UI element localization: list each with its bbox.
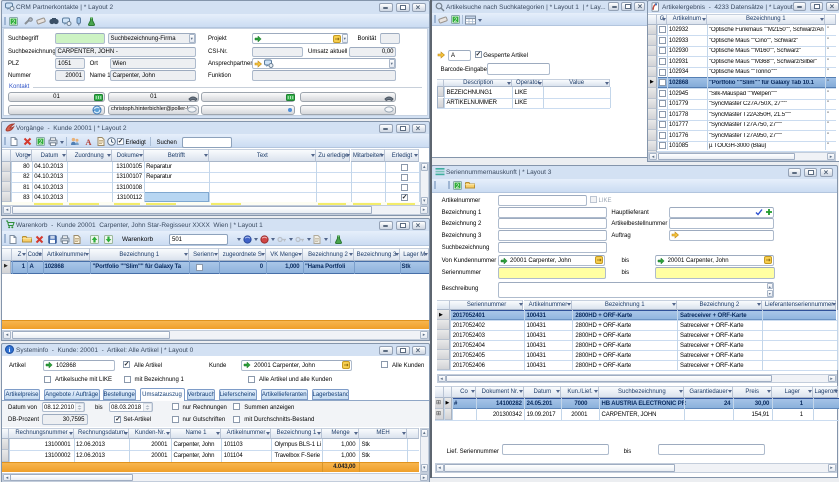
svg-text:i: i	[9, 347, 11, 354]
svg-text:A: A	[85, 137, 92, 146]
